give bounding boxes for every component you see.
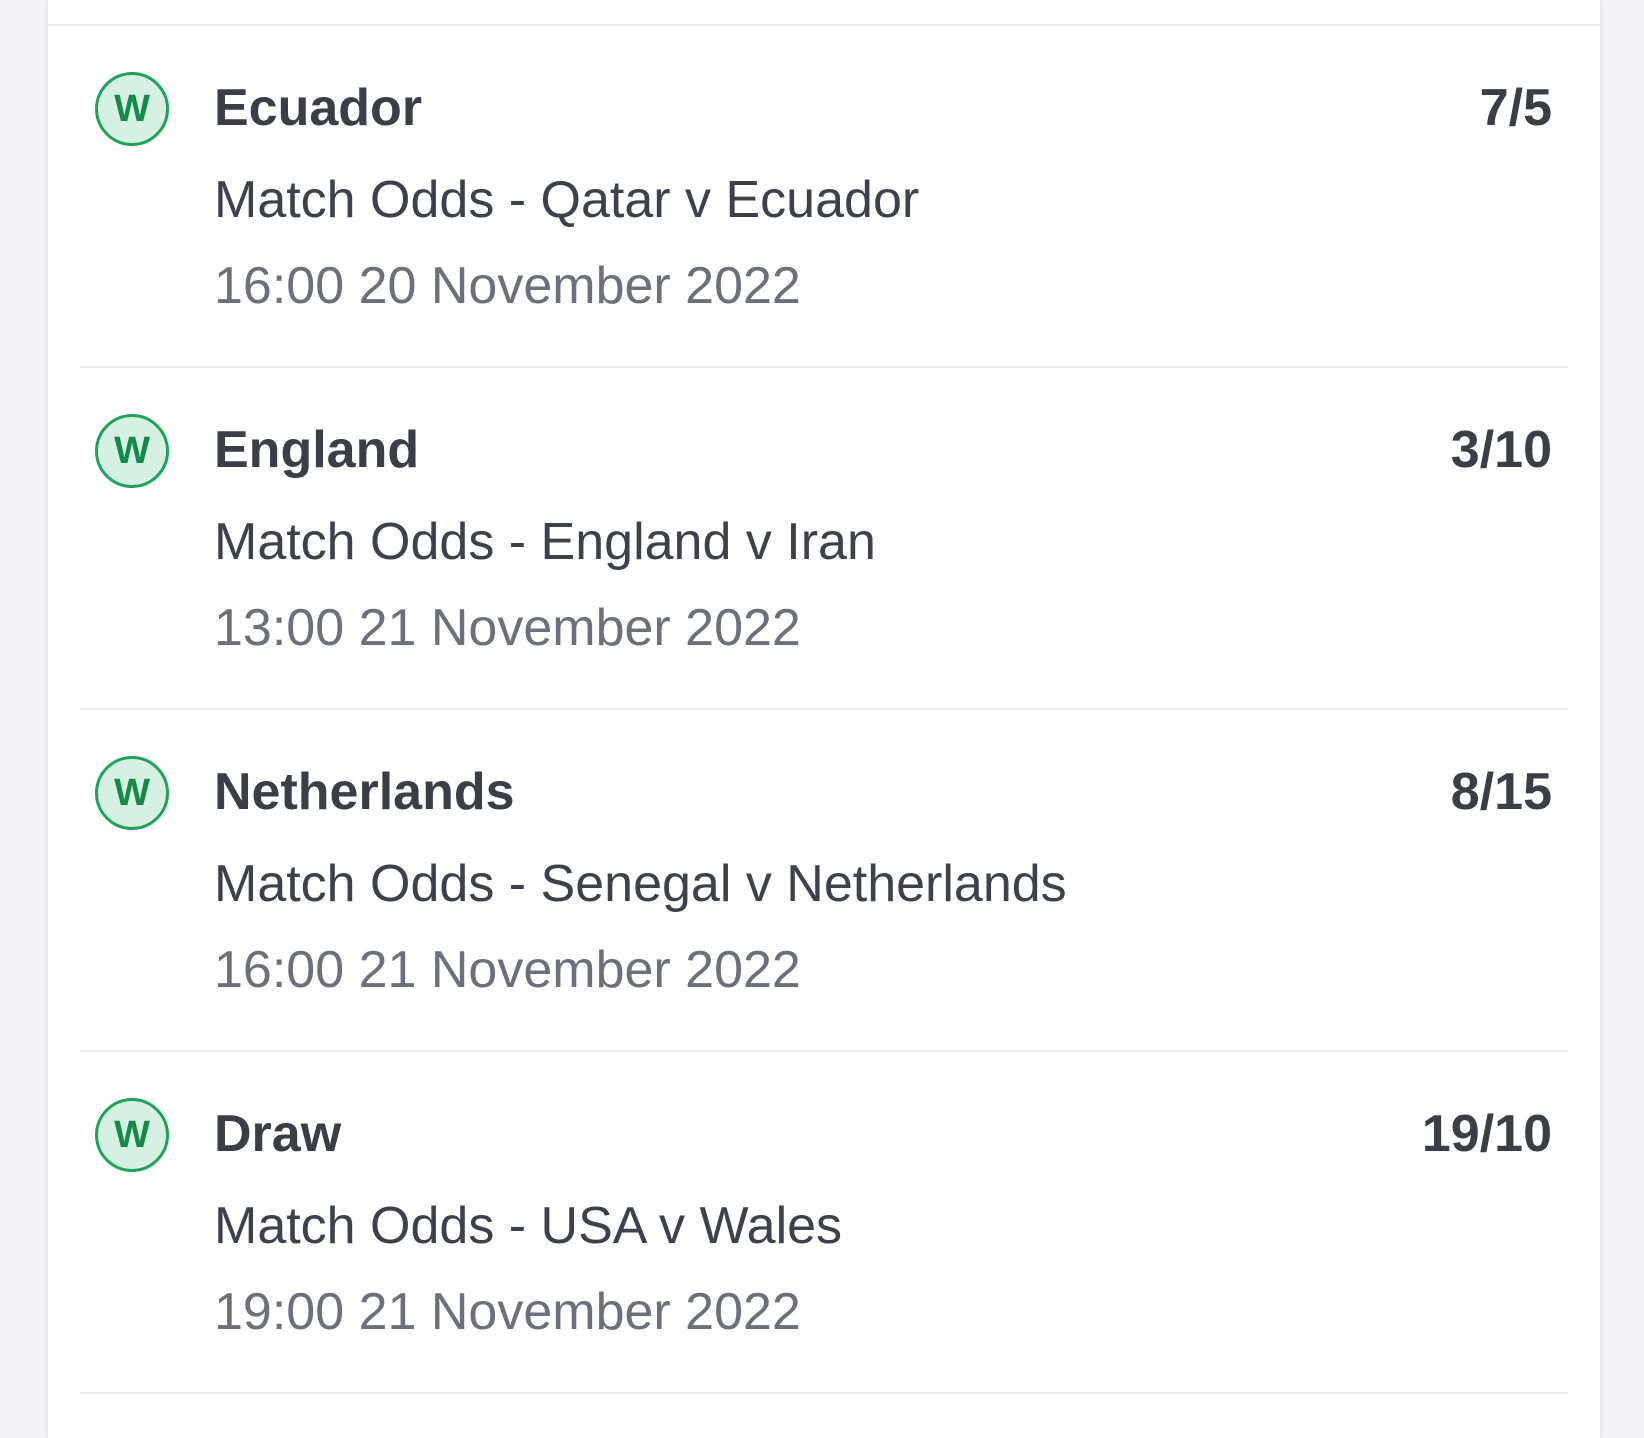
selection-odds: 3/10	[1450, 421, 1552, 479]
bet-selections-card: W Ecuador 7/5 Match Odds - Qatar v Ecuad…	[48, 0, 1600, 1438]
selection-row-netherlands: W Netherlands 8/15 Match Odds - Senegal …	[48, 710, 1600, 1052]
selection-row-ecuador: W Ecuador 7/5 Match Odds - Qatar v Ecuad…	[48, 26, 1600, 368]
selection-odds: 7/5	[1479, 79, 1552, 137]
win-badge-icon: W	[95, 1098, 169, 1172]
selection-market: Match Odds - Senegal v Netherlands	[214, 855, 1067, 913]
selection-name: England	[214, 421, 420, 479]
selection-odds: 19/10	[1421, 1105, 1552, 1163]
win-badge-icon: W	[95, 414, 169, 488]
win-badge-icon: W	[95, 756, 169, 830]
selection-list: W Ecuador 7/5 Match Odds - Qatar v Ecuad…	[48, 26, 1600, 1394]
selection-name: Draw	[214, 1105, 342, 1163]
win-badge-icon: W	[95, 72, 169, 146]
selection-odds: 8/15	[1450, 763, 1552, 821]
selection-row-draw: W Draw 19/10 Match Odds - USA v Wales 19…	[48, 1052, 1600, 1394]
selection-market: Match Odds - Qatar v Ecuador	[214, 171, 920, 229]
selection-time: 13:00 21 November 2022	[214, 599, 801, 657]
selection-row-england: W England 3/10 Match Odds - England v Ir…	[48, 368, 1600, 710]
selection-time: 19:00 21 November 2022	[214, 1283, 801, 1341]
selection-market: Match Odds - USA v Wales	[214, 1197, 843, 1255]
selection-market: Match Odds - England v Iran	[214, 513, 876, 571]
selection-name: Netherlands	[214, 763, 515, 821]
selection-time: 16:00 20 November 2022	[214, 257, 801, 315]
row-divider	[80, 1392, 1568, 1394]
selection-name: Ecuador	[214, 79, 423, 137]
selection-time: 16:00 21 November 2022	[214, 941, 801, 999]
